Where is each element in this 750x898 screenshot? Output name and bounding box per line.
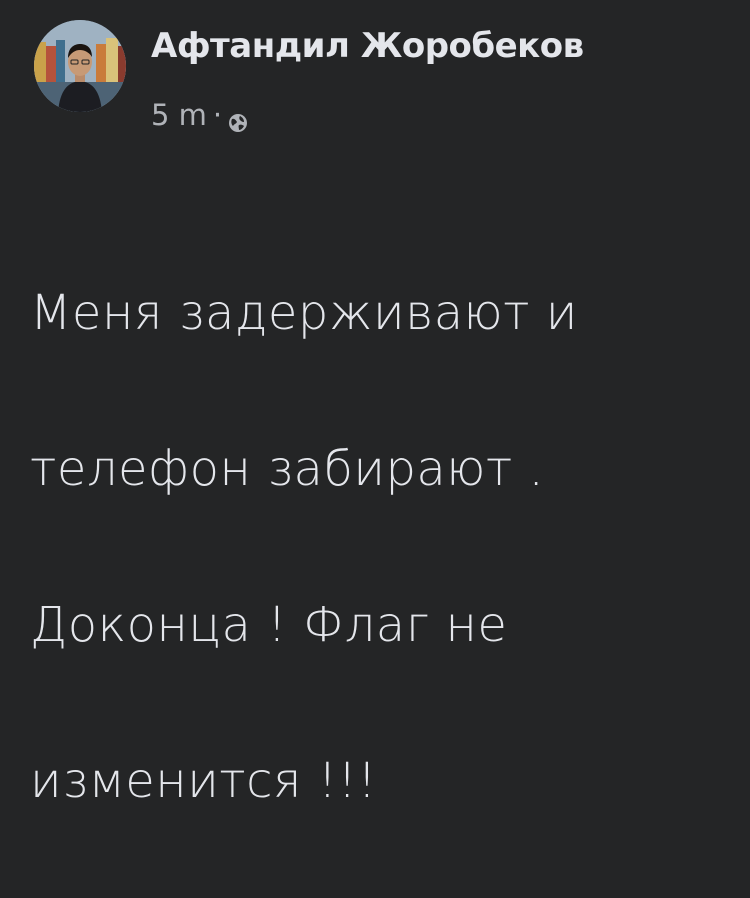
post-text-line: Доконца ! Флаг не bbox=[30, 597, 508, 653]
post-meta: 5 m · bbox=[151, 98, 248, 132]
facebook-post: Афтандил Жоробеков 5 m · Меня задерживаю… bbox=[0, 0, 750, 809]
post-timestamp[interactable]: 5 m bbox=[151, 98, 207, 132]
post-text-line: Меня задерживают и bbox=[30, 285, 578, 341]
meta-separator: · bbox=[212, 98, 223, 132]
author-name[interactable]: Афтандил Жоробеков bbox=[151, 26, 584, 66]
globe-icon[interactable] bbox=[228, 106, 248, 132]
author-avatar[interactable] bbox=[34, 20, 126, 112]
post-header: Афтандил Жоробеков 5 m · bbox=[34, 20, 734, 132]
post-text: Меня задерживают и телефон забирают . До… bbox=[30, 196, 730, 898]
post-text-line: изменится !!! bbox=[30, 753, 377, 809]
post-text-line: телефон забирают . bbox=[30, 441, 545, 497]
avatar-photo bbox=[34, 20, 126, 112]
